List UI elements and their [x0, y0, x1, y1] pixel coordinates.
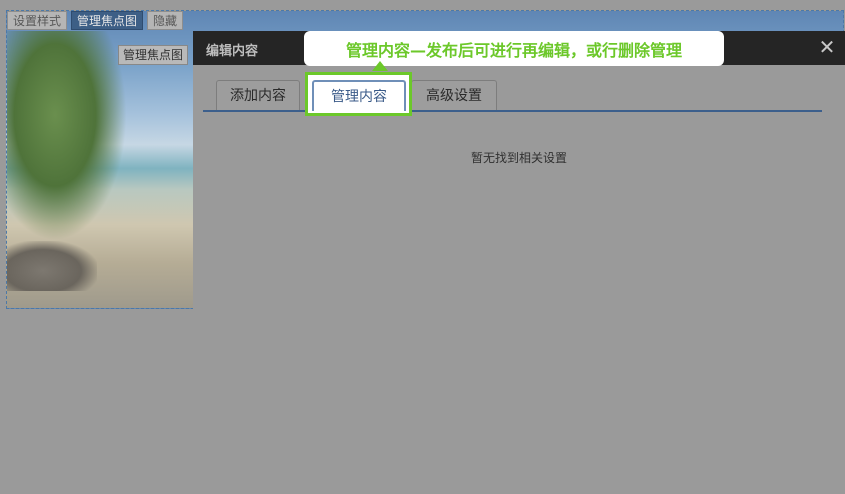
tooltip-text: 管理内容—发布后可进行再编辑，或行删除管理: [345, 40, 682, 60]
tooltip-arrow-icon: [372, 61, 388, 71]
dialog-title: 编辑内容: [206, 44, 259, 59]
tab-advanced-settings[interactable]: 高级设置: [411, 80, 497, 110]
palm-tree-image: [7, 31, 127, 241]
tab-add-content[interactable]: 添加内容: [216, 80, 300, 110]
tab-manage-content[interactable]: 管理内容: [312, 80, 406, 111]
focus-toolbar: 设置样式 管理焦点图 隐藏: [7, 11, 184, 30]
hide-button[interactable]: 隐藏: [147, 11, 184, 30]
set-style-button[interactable]: 设置样式: [7, 11, 68, 30]
guide-tooltip: 管理内容—发布后可进行再编辑，或行删除管理: [304, 31, 724, 66]
manage-focus-button[interactable]: 管理焦点图: [71, 11, 144, 30]
close-icon[interactable]: ✕: [817, 36, 837, 58]
manage-focus-image-label[interactable]: 管理焦点图: [118, 45, 189, 65]
edit-content-dialog: 编辑内容 ✕ 添加内容 高级设置 管理内容 暂无找到相关设置: [193, 31, 845, 494]
empty-message: 暂无找到相关设置: [470, 151, 567, 165]
beach-rocks-image: [7, 241, 97, 291]
tab-underline: [203, 110, 822, 112]
